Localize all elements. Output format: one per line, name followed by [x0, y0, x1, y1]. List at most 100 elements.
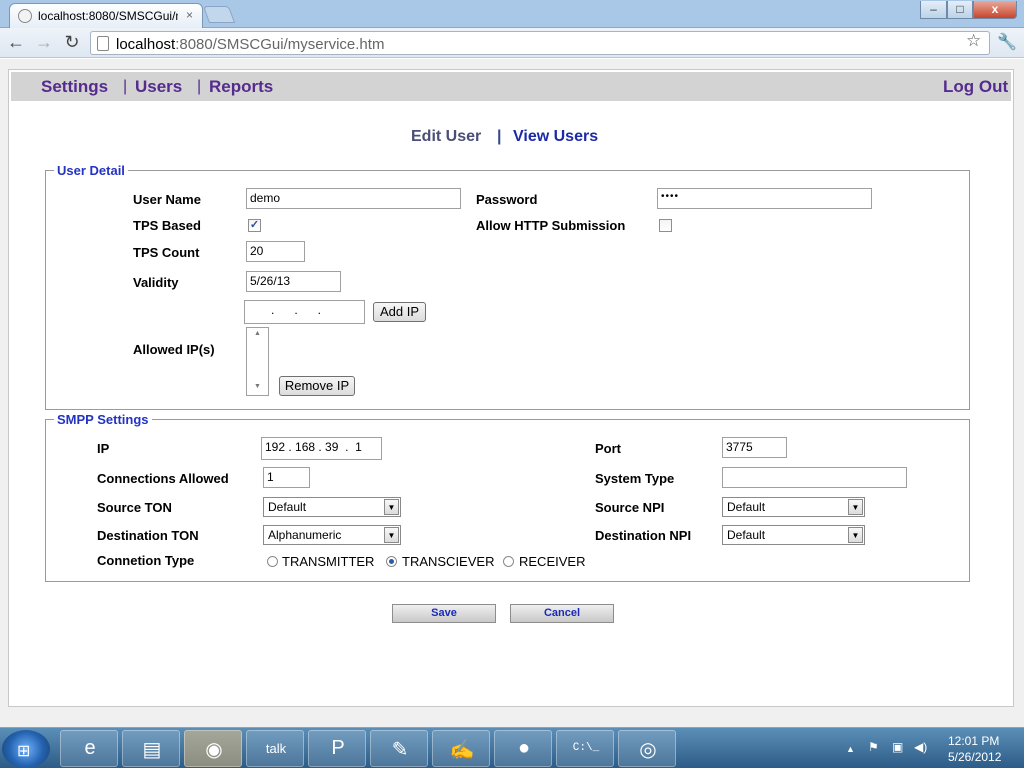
smpp-ip-input[interactable]: 192 . 168 . 39 . 1 [261, 437, 382, 460]
subnav-separator: | [497, 128, 502, 145]
tab-close-icon[interactable]: × [186, 8, 193, 22]
taskbar-cmd[interactable]: C:\_ [556, 730, 614, 767]
clock-date[interactable]: 5/26/2012 [948, 750, 1001, 764]
destination-npi-select[interactable]: Default ▼ [722, 525, 865, 545]
windows-logo-icon: ⊞ [17, 743, 31, 760]
radio-transmitter-label: TRANSMITTER [282, 554, 375, 569]
action-center-flag-icon[interactable]: ⚑ [868, 740, 879, 754]
menu-logout[interactable]: Log Out [943, 77, 1008, 97]
source-npi-value: Default [727, 500, 766, 514]
close-window-button[interactable]: x [973, 1, 1017, 19]
allow-http-label: Allow HTTP Submission [476, 218, 626, 233]
user-name-label: User Name [133, 192, 201, 207]
source-npi-select[interactable]: Default ▼ [722, 497, 865, 517]
address-bar[interactable]: localhost:8080/SMSCGui/myservice.htm [90, 31, 990, 55]
taskbar-ie[interactable]: e [60, 730, 118, 767]
connections-allowed-label: Connections Allowed [97, 471, 229, 486]
user-name-input[interactable]: demo [246, 188, 461, 209]
chevron-down-icon[interactable]: ▼ [384, 527, 399, 543]
save-button[interactable]: Save [392, 604, 496, 623]
maximize-button[interactable]: □ [947, 1, 973, 19]
taskbar-eclipse[interactable]: ● [494, 730, 552, 767]
page-container: Settings | Users | Reports Log Out Edit … [8, 69, 1014, 707]
port-input[interactable]: 3775 [722, 437, 787, 458]
radio-transmitter[interactable] [267, 556, 278, 567]
menu-reports[interactable]: Reports [209, 77, 273, 97]
system-type-input[interactable] [722, 467, 907, 488]
menu-separator: | [197, 78, 202, 95]
destination-npi-value: Default [727, 528, 766, 542]
tps-based-checkbox[interactable]: ✓ [248, 219, 261, 232]
taskbar-talk[interactable]: talk [246, 730, 304, 767]
page-icon [97, 36, 109, 51]
folder-icon: ▤ [142, 739, 162, 761]
taskbar-firefox[interactable]: ◉ [184, 730, 242, 767]
taskbar-explorer[interactable]: ▤ [122, 730, 180, 767]
source-ton-select[interactable]: Default ▼ [263, 497, 401, 517]
volume-icon[interactable]: ◀) [914, 740, 927, 754]
smpp-settings-fieldset: SMPP Settings IP 192 . 168 . 39 . 1 Port… [45, 412, 970, 582]
clock-time[interactable]: 12:01 PM [948, 734, 999, 748]
taskbar-chrome[interactable]: ◎ [618, 730, 676, 767]
ip-entry-input[interactable]: . . . [244, 300, 365, 324]
remove-ip-button[interactable]: Remove IP [279, 376, 355, 396]
scroll-up-icon[interactable]: ▲ [254, 330, 261, 337]
subnav-edit-user[interactable]: Edit User [411, 128, 481, 146]
back-arrow-icon[interactable]: ← [5, 32, 27, 53]
taskbar-notepad[interactable]: ✍ [432, 730, 490, 767]
minimize-button[interactable]: – [920, 1, 947, 19]
top-menu-bar: Settings | Users | Reports Log Out [11, 72, 1011, 101]
password-input[interactable]: •••• [657, 188, 872, 209]
password-label: Password [476, 192, 538, 207]
tps-count-label: TPS Count [133, 245, 200, 260]
network-icon[interactable]: ▣ [892, 740, 903, 754]
radio-receiver-label: RECEIVER [519, 554, 586, 569]
source-ton-label: Source TON [97, 500, 172, 515]
taskbar-powerpoint[interactable]: P [308, 730, 366, 767]
subnav-view-users[interactable]: View Users [513, 128, 598, 146]
destination-ton-value: Alphanumeric [268, 528, 342, 542]
reload-icon[interactable]: ↻ [61, 32, 83, 53]
chevron-down-icon[interactable]: ▼ [848, 527, 863, 543]
tray-expand-icon[interactable]: ▲ [846, 744, 855, 754]
source-npi-label: Source NPI [595, 500, 665, 515]
user-detail-fieldset: User Detail User Name demo Password ••••… [45, 163, 970, 410]
menu-settings[interactable]: Settings [41, 77, 108, 97]
allow-http-checkbox[interactable] [659, 219, 672, 232]
destination-ton-label: Destination TON [97, 528, 199, 543]
wrench-menu-icon[interactable]: 🔧 [997, 32, 1017, 52]
scroll-down-icon[interactable]: ▼ [254, 383, 261, 390]
add-ip-button[interactable]: Add IP [373, 302, 426, 322]
cmd-icon: C:\_ [572, 742, 600, 754]
radio-transceiver-label: TRANSCIEVER [402, 554, 495, 569]
browser-tab[interactable]: localhost:8080/SMSCGui/m × [9, 3, 203, 28]
radio-transceiver[interactable] [386, 556, 397, 567]
tps-count-input[interactable]: 20 [246, 241, 305, 262]
taskbar-paint[interactable]: ✎ [370, 730, 428, 767]
chevron-down-icon[interactable]: ▼ [384, 499, 399, 515]
cancel-button[interactable]: Cancel [510, 604, 614, 623]
validity-input[interactable]: 5/26/13 [246, 271, 341, 292]
ip-label: IP [97, 441, 110, 456]
tps-based-label: TPS Based [133, 218, 201, 233]
allowed-ips-listbox[interactable]: ▲ ▼ [246, 327, 269, 396]
smpp-settings-legend: SMPP Settings [54, 412, 152, 427]
chevron-down-icon[interactable]: ▼ [848, 499, 863, 515]
start-button[interactable]: ⊞ [2, 730, 50, 768]
menu-users[interactable]: Users [135, 77, 182, 97]
chrome-icon: ◎ [639, 739, 657, 761]
destination-npi-label: Destination NPI [595, 528, 692, 543]
connections-allowed-input[interactable]: 1 [263, 467, 310, 488]
port-label: Port [595, 441, 621, 456]
firefox-icon: ◉ [205, 739, 223, 761]
new-tab-button[interactable] [202, 6, 236, 23]
address-url: localhost:8080/SMSCGui/myservice.htm [116, 36, 384, 53]
menu-separator: | [123, 78, 128, 95]
forward-arrow-icon[interactable]: → [33, 32, 55, 53]
source-ton-value: Default [268, 500, 307, 514]
allowed-ips-label: Allowed IP(s) [133, 342, 215, 357]
destination-ton-select[interactable]: Alphanumeric ▼ [263, 525, 401, 545]
radio-receiver[interactable] [503, 556, 514, 567]
browser-viewport: Settings | Users | Reports Log Out Edit … [0, 59, 1024, 727]
bookmark-star-icon[interactable]: ☆ [966, 31, 981, 51]
